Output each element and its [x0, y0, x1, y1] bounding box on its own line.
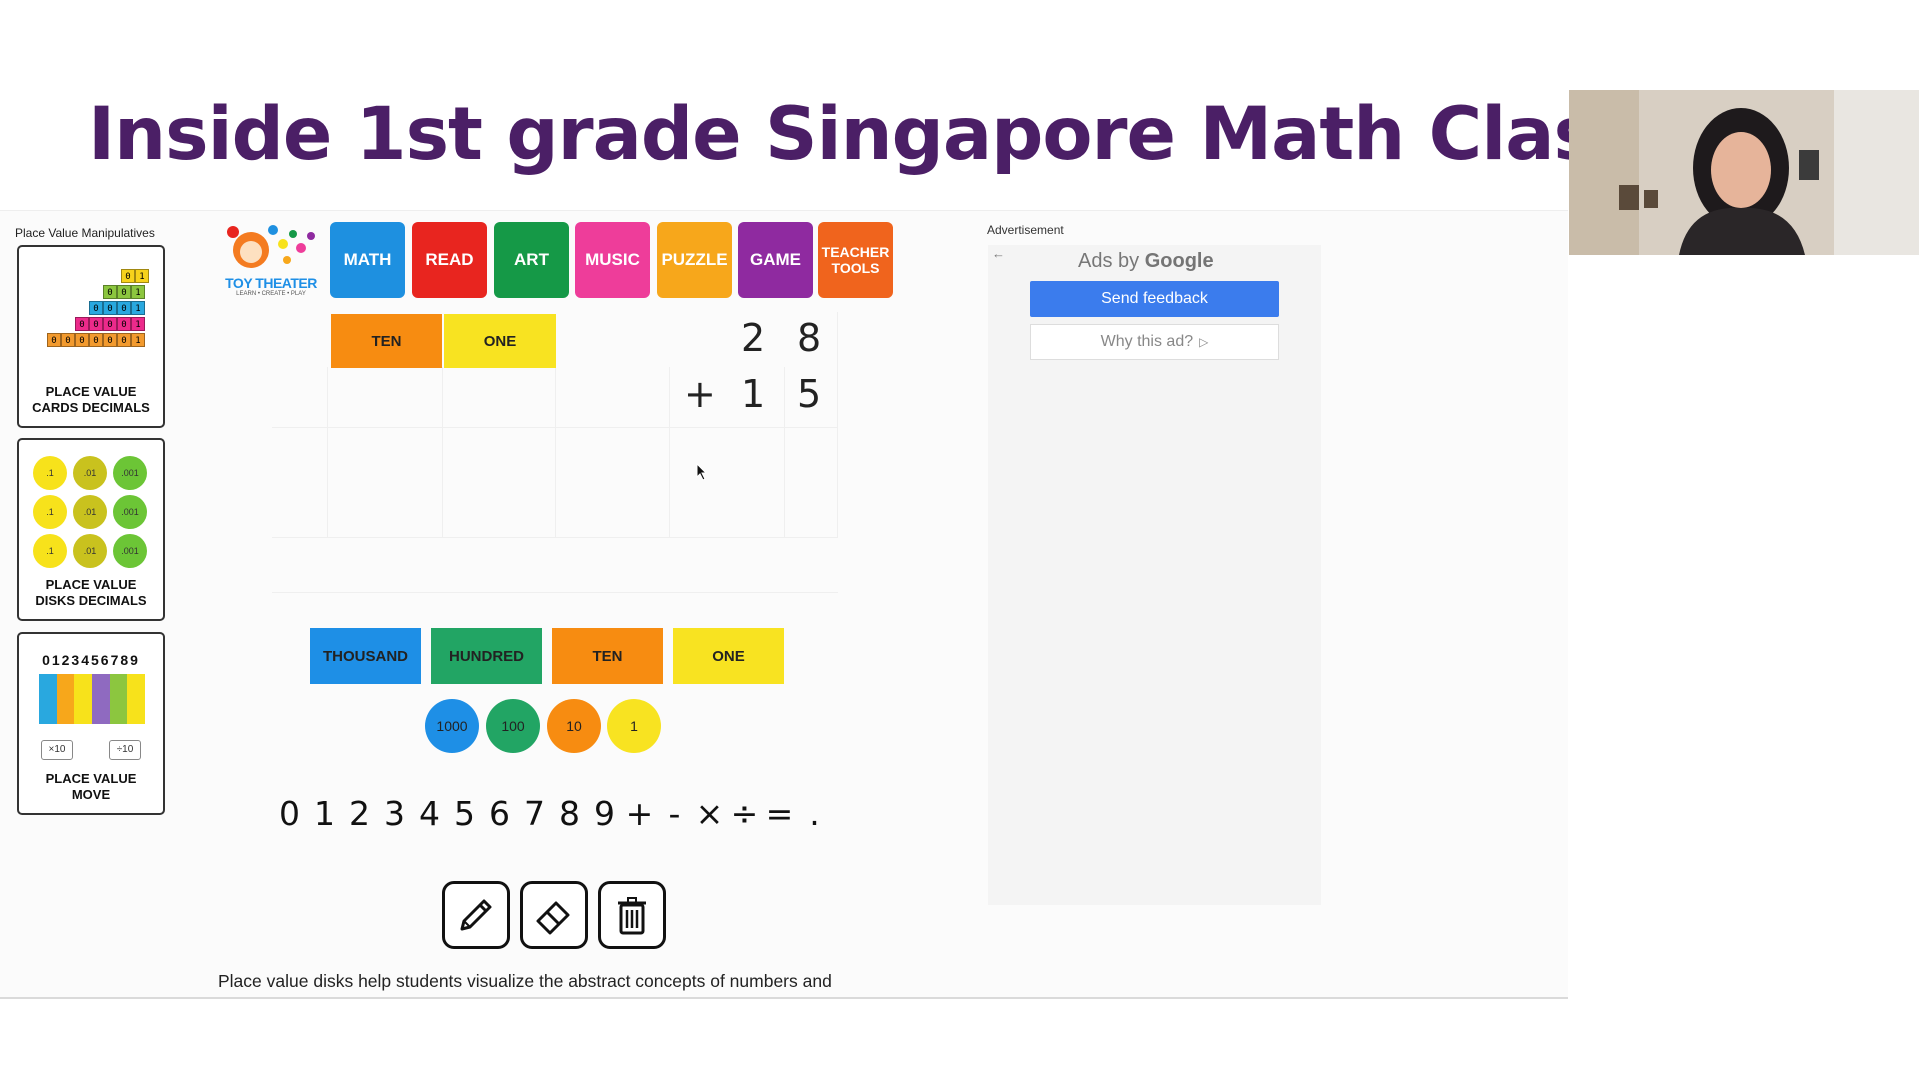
why-this-ad-label: Why this ad? [1100, 333, 1194, 350]
card-label: PLACE VALUE MOVE [45, 771, 137, 802]
trash-tool-button[interactable] [598, 881, 666, 949]
place-value-disks-decimals-card[interactable]: .1 .01 .001 .1 .01 .001 .1 .01 .001 PLAC… [17, 438, 165, 621]
chip-thousand[interactable]: THOUSAND [310, 628, 421, 684]
nav-teacher-tools-button[interactable]: TEACHER TOOLS [818, 222, 893, 298]
ads-by-label: Ads by [1078, 250, 1140, 272]
chip-hundred[interactable]: HUNDRED [431, 628, 542, 684]
webcam-video [1569, 90, 1919, 255]
nav-game-button[interactable]: GAME [738, 222, 813, 298]
toy-theater-logo[interactable]: TOY THEATER LEARN • CREATE • PLAY [221, 222, 321, 300]
presenter-video-frame [1569, 90, 1919, 255]
slide-title: Inside 1st grade Singapore Math Class [88, 92, 1639, 177]
symbol-2[interactable]: 2 [342, 794, 377, 833]
disk-1000[interactable]: 1000 [425, 699, 479, 753]
sidebar-heading: Place Value Manipulatives [15, 226, 155, 240]
symbol-8[interactable]: 8 [552, 794, 587, 833]
place-value-disks-thumbnail: .1 .01 .001 .1 .01 .001 .1 .01 .001 [33, 456, 153, 576]
pencil-icon [460, 899, 492, 931]
logo-tagline: LEARN • CREATE • PLAY [236, 291, 306, 297]
why-this-ad-button[interactable]: Why this ad? ▷ [1030, 324, 1279, 360]
description-text: Place value disks help students visualiz… [218, 971, 832, 991]
disk-1[interactable]: 1 [607, 699, 661, 753]
disk-100[interactable]: 100 [486, 699, 540, 753]
nav-read-button[interactable]: READ [412, 222, 487, 298]
adchoices-icon: ▷ [1199, 335, 1209, 349]
symbol-equals[interactable]: = [762, 794, 797, 833]
send-feedback-button[interactable]: Send feedback [1030, 281, 1279, 317]
nav-art-button[interactable]: ART [494, 222, 569, 298]
symbol-3[interactable]: 3 [377, 794, 412, 833]
divide-ten-button: ÷10 [109, 740, 141, 760]
symbol-minus[interactable]: - [657, 794, 692, 833]
trash-icon [618, 897, 646, 935]
digit-ones-row2[interactable]: 5 [797, 372, 821, 416]
times-ten-button: ×10 [41, 740, 73, 760]
place-value-move-card[interactable]: 0123456789 ×10 ÷10 PLACE VALUE MOVE [17, 632, 165, 815]
card-label: PLACE VALUE DISKS DECIMALS [35, 577, 147, 608]
place-value-cards-decimals-card[interactable]: 0 1 0 0 1 0 0 0 1 0 0 0 0 1 0 0 0 0 0 0 … [17, 245, 165, 428]
symbol-times[interactable]: × [692, 794, 727, 833]
nav-music-button[interactable]: MUSIC [575, 222, 650, 298]
ads-by-google: Ads by Google [1078, 250, 1214, 273]
card-label: PLACE VALUE CARDS DECIMALS [32, 384, 150, 415]
digit-tens-row2[interactable]: 1 [741, 372, 765, 416]
digit-ones-row1[interactable]: 8 [797, 316, 821, 360]
symbol-6[interactable]: 6 [482, 794, 517, 833]
symbol-divide[interactable]: ÷ [727, 794, 762, 833]
place-value-cards-thumbnail: 0 1 0 0 1 0 0 0 1 0 0 0 0 1 0 0 0 0 0 0 … [37, 269, 149, 349]
chip-one[interactable]: ONE [673, 628, 784, 684]
nav-math-button[interactable]: MATH [330, 222, 405, 298]
place-value-move-strips [39, 674, 146, 724]
symbol-7[interactable]: 7 [517, 794, 552, 833]
ad-back-arrow-icon[interactable]: ← [992, 246, 1005, 261]
google-label: Google [1144, 250, 1214, 272]
symbol-plus[interactable]: + [622, 794, 657, 833]
mouse-cursor-icon [696, 463, 708, 481]
jester-logo-icon [227, 225, 315, 268]
eraser-icon [536, 901, 570, 935]
symbol-5[interactable]: 5 [447, 794, 482, 833]
header-one[interactable]: ONE [444, 314, 556, 368]
advertisement-label: Advertisement [987, 223, 1064, 237]
nav-puzzle-button[interactable]: PUZZLE [657, 222, 732, 298]
place-value-move-digits: 0123456789 [42, 652, 140, 668]
header-ten[interactable]: TEN [331, 314, 442, 368]
plus-sign[interactable]: + [684, 372, 716, 416]
symbol-9[interactable]: 9 [587, 794, 622, 833]
digit-tens-row1[interactable]: 2 [741, 316, 765, 360]
logo-name: TOY THEATER [225, 275, 317, 291]
pencil-tool-button[interactable] [442, 881, 510, 949]
symbol-0[interactable]: 0 [272, 794, 307, 833]
chip-ten[interactable]: TEN [552, 628, 663, 684]
symbol-bar: 0 1 2 3 4 5 6 7 8 9 + - × ÷ = . [272, 794, 832, 833]
symbol-4[interactable]: 4 [412, 794, 447, 833]
symbol-1[interactable]: 1 [307, 794, 342, 833]
eraser-tool-button[interactable] [520, 881, 588, 949]
symbol-decimal[interactable]: . [797, 794, 832, 833]
disk-10[interactable]: 10 [547, 699, 601, 753]
